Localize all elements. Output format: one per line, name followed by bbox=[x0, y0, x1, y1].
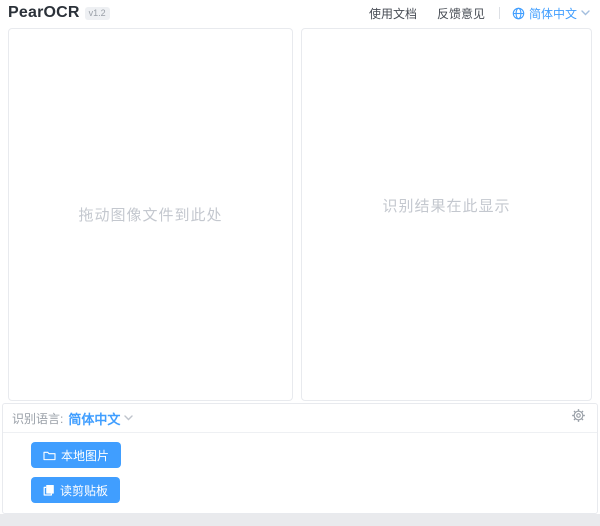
recognition-language-label: 识别语言: bbox=[12, 411, 64, 426]
read-clipboard-button-label: 读剪贴板 bbox=[60, 483, 109, 498]
app-logo: PearOCR bbox=[8, 4, 80, 21]
globe-icon bbox=[512, 7, 525, 20]
local-image-button-label: 本地图片 bbox=[61, 448, 110, 463]
feedback-link[interactable]: 反馈意见 bbox=[437, 5, 485, 22]
header-divider bbox=[498, 7, 500, 19]
image-drop-zone[interactable]: 拖动图像文件到此处 bbox=[8, 28, 293, 401]
language-selector-label: 简体中文 bbox=[528, 6, 577, 21]
docs-link[interactable]: 使用文档 bbox=[369, 5, 417, 22]
folder-icon bbox=[43, 450, 56, 461]
clipboard-icon bbox=[43, 484, 55, 496]
footer-strip bbox=[0, 514, 600, 526]
language-selector[interactable]: 简体中文 bbox=[512, 5, 590, 22]
bottom-toolbar: 识别语言: 简体中文 本地图片 读剪贴板 bbox=[2, 403, 598, 514]
read-clipboard-button[interactable]: 读剪贴板 bbox=[31, 477, 121, 503]
local-image-button[interactable]: 本地图片 bbox=[31, 442, 122, 468]
chevron-down-icon bbox=[581, 10, 590, 16]
result-panel: 识别结果在此显示 bbox=[301, 28, 592, 401]
recognition-language-value[interactable]: 简体中文 bbox=[68, 409, 120, 428]
app-header: PearOCR v1.2 使用文档 反馈意见 简体中文 bbox=[0, 0, 600, 24]
settings-button[interactable] bbox=[569, 406, 588, 430]
result-placeholder: 识别结果在此显示 bbox=[382, 198, 511, 215]
chevron-down-icon[interactable] bbox=[124, 415, 134, 421]
main-area: 拖动图像文件到此处 识别结果在此显示 bbox=[0, 24, 600, 403]
gear-icon bbox=[571, 408, 586, 428]
version-badge: v1.2 bbox=[84, 6, 110, 20]
actions-area: 本地图片 读剪贴板 bbox=[3, 433, 597, 513]
recognition-language-row: 识别语言: 简体中文 bbox=[3, 404, 597, 433]
drop-zone-placeholder: 拖动图像文件到此处 bbox=[78, 207, 223, 224]
